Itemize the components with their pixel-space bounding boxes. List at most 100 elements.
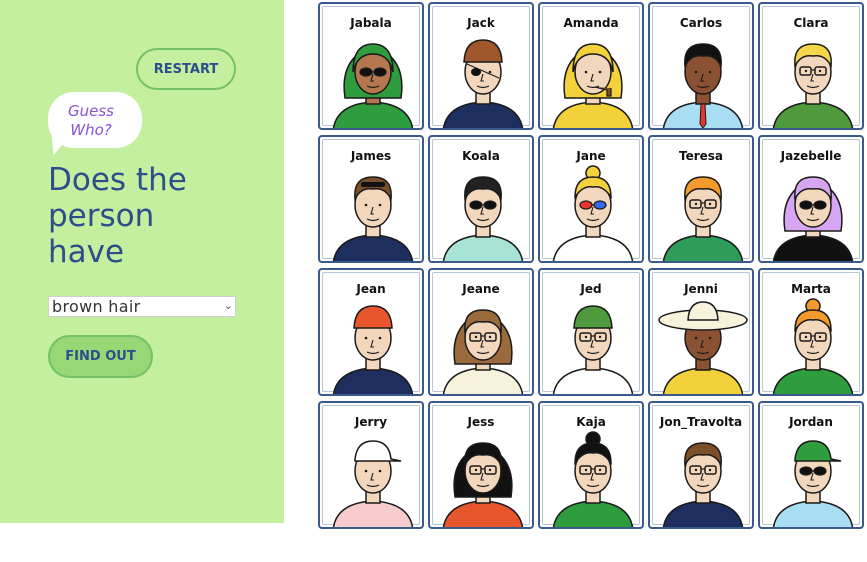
- hat: [687, 301, 719, 321]
- character-name: Jerry: [354, 415, 388, 429]
- character-portrait: [442, 309, 524, 394]
- lens-left: [799, 466, 813, 476]
- character-card[interactable]: Jane: [538, 135, 644, 263]
- eye-right: [818, 69, 822, 73]
- character-name: Carlos: [679, 16, 723, 30]
- attribute-select-value: brown hair: [52, 297, 141, 316]
- character-name: Jack: [467, 16, 495, 30]
- eye-left: [694, 336, 698, 340]
- eye-left: [694, 70, 698, 74]
- eye-left: [364, 336, 368, 340]
- eye-right: [598, 70, 602, 74]
- eye-left: [474, 468, 478, 472]
- character-name: Jess: [467, 415, 495, 429]
- character-portrait: [332, 305, 414, 394]
- eye-right: [708, 468, 712, 472]
- lens-right: [483, 200, 497, 210]
- sunglasses-on-head: [361, 182, 385, 187]
- shirt: [772, 367, 854, 394]
- question-line-2: person: [48, 198, 155, 234]
- character-card[interactable]: Jack: [428, 2, 534, 130]
- question-line-3: have: [48, 234, 125, 270]
- lens-right: [813, 200, 827, 210]
- restart-button[interactable]: RESTART: [136, 48, 236, 90]
- eye-left: [364, 203, 368, 207]
- lens-left: [359, 67, 373, 77]
- eye-right: [818, 335, 822, 339]
- character-portrait: [772, 43, 854, 128]
- character-portrait: [662, 176, 744, 261]
- eye-left: [804, 335, 808, 339]
- shirt: [772, 500, 854, 527]
- character-name: Jordan: [789, 415, 833, 429]
- shirt: [442, 101, 524, 128]
- character-portrait: [442, 39, 524, 128]
- character-card[interactable]: Amanda: [538, 2, 644, 130]
- question-line-1: Does the: [48, 162, 187, 198]
- character-card[interactable]: Jordan: [758, 401, 864, 529]
- lens-right: [813, 466, 827, 476]
- shirt: [442, 500, 524, 527]
- eye-right: [708, 70, 712, 74]
- eye-right: [488, 70, 492, 74]
- lens-left: [799, 200, 813, 210]
- character-board: Jabala Jack Amanda Carlos Clara James Koala Jan…: [318, 2, 867, 562]
- character-portrait: [442, 442, 524, 527]
- shirt: [442, 234, 524, 261]
- character-card[interactable]: Jabala: [318, 2, 424, 130]
- lens-right: [373, 67, 387, 77]
- character-card[interactable]: James: [318, 135, 424, 263]
- shirt: [772, 101, 854, 128]
- character-card[interactable]: Jenni: [648, 268, 754, 396]
- character-card[interactable]: Jerry: [318, 401, 424, 529]
- logo-line-2: Who?: [70, 121, 112, 139]
- logo-line-1: Guess: [68, 102, 114, 120]
- character-name: Teresa: [678, 149, 724, 163]
- character-card[interactable]: Jed: [538, 268, 644, 396]
- character-name: Jabala: [350, 16, 392, 30]
- character-card[interactable]: Jean: [318, 268, 424, 396]
- hat: [573, 305, 613, 329]
- character-portrait: [552, 305, 634, 394]
- character-card[interactable]: Carlos: [648, 2, 754, 130]
- lens-right: [593, 200, 607, 210]
- eye-right: [598, 335, 602, 339]
- shirt: [442, 367, 524, 394]
- shirt: [332, 367, 414, 394]
- character-card[interactable]: Jess: [428, 401, 534, 529]
- shirt: [552, 367, 634, 394]
- shirt: [662, 367, 744, 394]
- character-name: Jazebelle: [780, 149, 842, 163]
- find-out-button[interactable]: FIND OUT: [48, 335, 153, 378]
- character-card[interactable]: Teresa: [648, 135, 754, 263]
- shirt: [772, 234, 854, 261]
- character-card[interactable]: Marta: [758, 268, 864, 396]
- character-name: Jenni: [684, 282, 718, 296]
- eye-right: [598, 468, 602, 472]
- eye-right: [708, 336, 712, 340]
- character-name: James: [350, 149, 392, 163]
- character-card[interactable]: Jazebelle: [758, 135, 864, 263]
- character-card[interactable]: Jeane: [428, 268, 534, 396]
- question-heading: Does the person have: [48, 162, 248, 270]
- character-portrait: [662, 442, 744, 527]
- eye-left: [474, 335, 478, 339]
- eye-left: [804, 69, 808, 73]
- character-portrait: [332, 440, 414, 527]
- character-name: Clara: [793, 16, 829, 30]
- shirt: [552, 500, 634, 527]
- hat: [463, 39, 503, 63]
- character-card[interactable]: Koala: [428, 135, 534, 263]
- eye-right: [378, 336, 382, 340]
- eye-left: [364, 469, 368, 473]
- character-portrait: [552, 165, 634, 261]
- character-card[interactable]: Kaja: [538, 401, 644, 529]
- eye-right: [378, 203, 382, 207]
- character-name: Koala: [462, 149, 500, 163]
- attribute-select[interactable]: brown hair ⌄: [48, 296, 236, 317]
- eye-left: [584, 468, 588, 472]
- eye-left: [584, 70, 588, 74]
- character-portrait: [772, 176, 854, 261]
- character-card[interactable]: Jon_Travolta: [648, 401, 754, 529]
- character-card[interactable]: Clara: [758, 2, 864, 130]
